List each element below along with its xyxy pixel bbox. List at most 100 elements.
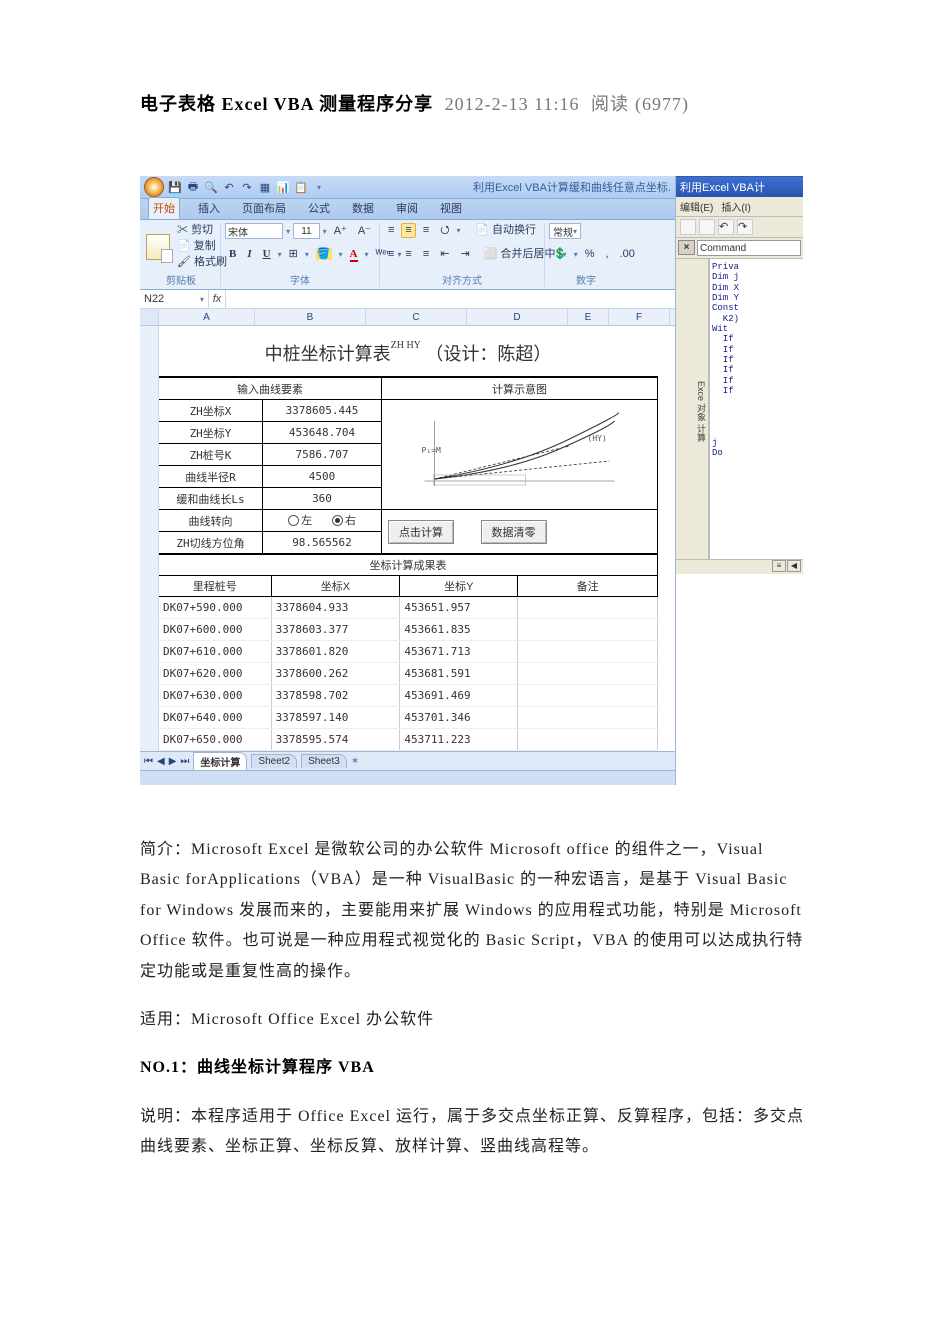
col-header-F[interactable]: F (609, 309, 670, 325)
tab-insert[interactable]: 插入 (194, 198, 224, 219)
office-orb-icon[interactable] (144, 177, 164, 197)
align-bot-icon[interactable]: ≡ (419, 223, 433, 238)
col-header-B[interactable]: B (255, 309, 366, 325)
sheet-tabs-row: ⏮ ◀ ▶ ⏭ 坐标计算 Sheet2 Sheet3 ✶ (140, 751, 675, 770)
vbe-redo-icon[interactable]: ↷ (737, 219, 753, 235)
radio-left[interactable]: 左 (288, 512, 312, 528)
qat-print-icon[interactable]: 🖶 (186, 180, 200, 194)
border-button[interactable]: ⊞ (285, 247, 302, 262)
decrease-font-icon[interactable]: A⁻ (354, 224, 375, 239)
font-family-select[interactable]: 宋体 (225, 223, 283, 239)
tab-view[interactable]: 视图 (436, 198, 466, 219)
turn-value[interactable]: 左 右 (263, 510, 382, 532)
param-value[interactable]: 7586.707 (263, 444, 382, 466)
qat-chart-icon[interactable]: 📊 (276, 180, 290, 194)
orientation-icon[interactable]: ⭯ (436, 223, 453, 238)
paste-button[interactable] (146, 234, 170, 260)
sheet-tab[interactable]: Sheet3 (301, 754, 347, 768)
name-box[interactable]: N22 ▾ (140, 290, 209, 308)
align-right-icon[interactable]: ≡ (419, 247, 433, 262)
reads-count: (6977) (635, 94, 689, 114)
param-value[interactable]: 453648.704 (263, 422, 382, 444)
qat-redo-icon[interactable]: ↷ (240, 180, 254, 194)
ribbon-group-number: 常规 ▾ 💲▾ % , .00 数字 (547, 223, 627, 287)
table-row[interactable]: DK07+630.0003378598.702453691.469 (159, 685, 658, 707)
param-value[interactable]: 4500 (263, 466, 382, 488)
vbe-view-icon[interactable]: ≡ (772, 560, 786, 572)
ribbon-group-clipboard: ✂ 剪切 📄 复制 🖌 格式刷 剪贴板 (144, 223, 221, 287)
italic-button[interactable]: I (243, 247, 255, 262)
vbe-tool-icon[interactable] (699, 219, 715, 235)
new-sheet-icon[interactable]: ✶ (351, 756, 359, 767)
param-value[interactable]: 360 (263, 488, 382, 510)
tab-next-icon[interactable]: ▶ (169, 756, 177, 767)
formula-bar[interactable] (226, 290, 675, 308)
calc-button[interactable]: 点击计算 (388, 520, 454, 544)
align-top-icon[interactable]: ≡ (384, 223, 398, 238)
currency-icon[interactable]: 💲 (549, 247, 571, 262)
row-headers[interactable] (140, 326, 159, 751)
bold-button[interactable]: B (225, 247, 240, 262)
table-row[interactable]: DK07+610.0003378601.820453671.713 (159, 641, 658, 663)
percent-icon[interactable]: % (581, 247, 599, 262)
qat-preview-icon[interactable]: 🔍 (204, 180, 218, 194)
tab-data[interactable]: 数据 (348, 198, 378, 219)
tab-layout[interactable]: 页面布局 (238, 198, 290, 219)
vbe-close-icon[interactable]: × (678, 240, 695, 255)
paragraph-no1: NO.1：曲线坐标计算程序 VBA (140, 1053, 805, 1083)
table-row[interactable]: DK07+600.0003378603.377453661.835 (159, 619, 658, 641)
vbe-undo-icon[interactable]: ↶ (718, 219, 734, 235)
font-color-button[interactable]: A (346, 247, 362, 262)
table-row[interactable]: DK07+640.0003378597.140453701.346 (159, 707, 658, 729)
qat-more-icon[interactable]: ▾ (312, 180, 326, 194)
qat-table-icon[interactable]: ▦ (258, 180, 272, 194)
clear-button[interactable]: 数据清零 (481, 520, 547, 544)
sheet-tab-active[interactable]: 坐标计算 (193, 752, 247, 770)
fill-color-button[interactable]: 🪣 (312, 247, 336, 262)
param-value[interactable]: 3378605.445 (263, 400, 382, 422)
azimuth-value[interactable]: 98.565562 (263, 532, 382, 554)
font-size-select[interactable]: 11 (293, 223, 320, 239)
tab-prev-icon[interactable]: ◀ (157, 756, 165, 767)
increase-font-icon[interactable]: A⁺ (330, 224, 351, 239)
tab-first-icon[interactable]: ⏮ (144, 756, 153, 767)
indent-dec-icon[interactable]: ⇤ (436, 247, 453, 262)
tab-last-icon[interactable]: ⏭ (180, 756, 189, 767)
fx-icon[interactable]: fx (209, 290, 226, 308)
qat-undo-icon[interactable]: ↶ (222, 180, 236, 194)
vbe-code-pane[interactable]: Priva Dim j Dim X Dim Y Const K2) Wit If… (710, 259, 803, 559)
underline-button[interactable]: U (259, 247, 275, 262)
qat-paste-icon[interactable]: 📋 (294, 180, 308, 194)
tab-review[interactable]: 审阅 (392, 198, 422, 219)
vbe-menu-edit[interactable]: 编辑(E) (680, 199, 713, 214)
align-left-icon[interactable]: ≡ (384, 247, 398, 262)
table-row[interactable]: DK07+590.0003378604.933453651.957 (159, 597, 658, 619)
vbe-tool-icon[interactable] (680, 219, 696, 235)
select-all-button[interactable] (140, 309, 159, 325)
tab-home[interactable]: 开始 (148, 197, 180, 219)
align-mid-icon[interactable]: ≡ (401, 223, 415, 238)
vbe-project-explorer[interactable]: Exce 对象 计算 (676, 259, 710, 559)
vbe-menu-insert[interactable]: 插入(I) (721, 199, 750, 214)
table-row[interactable]: DK07+650.0003378595.574453711.223 (159, 729, 658, 751)
col-header-A[interactable]: A (159, 309, 255, 325)
table-row[interactable]: DK07+620.0003378600.262453681.591 (159, 663, 658, 685)
sheet-tab[interactable]: Sheet2 (251, 754, 297, 768)
indent-inc-icon[interactable]: ⇥ (456, 247, 473, 262)
radio-right[interactable]: 右 (332, 512, 356, 528)
col-header-D[interactable]: D (467, 309, 568, 325)
wrap-text-button[interactable]: 📄 自动换行 (471, 223, 540, 238)
tab-formulas[interactable]: 公式 (304, 198, 334, 219)
vbe-view-icon[interactable]: ◀ (787, 560, 801, 572)
paste-icon (146, 234, 170, 260)
status-bar (140, 770, 675, 785)
qat-save-icon[interactable]: 💾 (168, 180, 182, 194)
worksheet-area[interactable]: 中桩坐标计算表ZH HY （设计：陈超） 输入曲线要素 计算示意图 ZH坐标X … (140, 326, 675, 751)
vbe-object-dropdown[interactable]: Command (697, 240, 801, 256)
col-header-E[interactable]: E (568, 309, 609, 325)
number-format-select[interactable]: 常规 ▾ (549, 223, 581, 239)
comma-icon[interactable]: , (602, 247, 613, 262)
align-center-icon[interactable]: ≡ (401, 247, 415, 262)
inc-decimal-icon[interactable]: .00 (616, 247, 639, 262)
col-header-C[interactable]: C (366, 309, 467, 325)
